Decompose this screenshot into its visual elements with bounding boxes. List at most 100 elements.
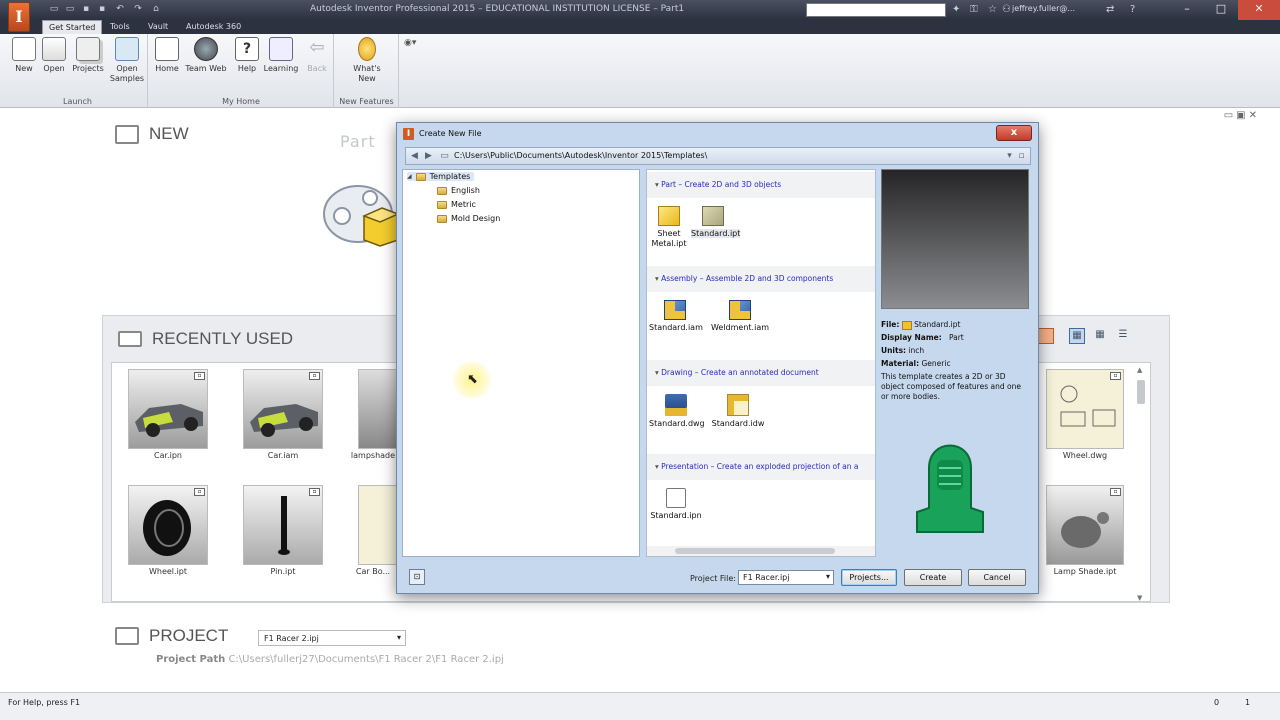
open-quick-icon[interactable]: ▭ [64, 4, 76, 15]
print-quick-icon[interactable]: ▪ [96, 4, 108, 15]
dialog-help-icon[interactable]: ⊡ [409, 569, 425, 585]
small-icons-view-icon[interactable]: ▦ [1092, 328, 1108, 344]
search-input[interactable] [806, 3, 946, 17]
ribbon-options-icon[interactable]: ◉▾ [404, 38, 416, 48]
projects-button[interactable]: Projects [70, 37, 106, 74]
team-web-button[interactable]: Team Web [183, 37, 229, 74]
clear-icon[interactable] [1038, 328, 1054, 344]
open-samples-button[interactable]: Open Samples [108, 37, 146, 84]
whats-new-button[interactable]: What's New [349, 37, 385, 84]
project-select[interactable]: F1 Racer 2.ipj [258, 630, 406, 646]
tree-item-metric[interactable]: Metric [437, 200, 476, 209]
template-weldment-iam[interactable]: Weldment.iam [707, 300, 773, 333]
recent-thumbnail[interactable]: ▫ [243, 369, 323, 449]
template-sheet-metal-ipt[interactable]: Sheet Metal.ipt [647, 206, 691, 249]
minimize-button[interactable]: – [1170, 0, 1204, 20]
recent-thumbnail[interactable]: ▫ [128, 369, 208, 449]
tree-item-templates[interactable]: ◢ Templates [407, 172, 475, 181]
template-standard-ipn[interactable]: Standard.ipn [649, 488, 703, 521]
section-assembly[interactable]: Assembly – Assemble 2D and 3D components [647, 266, 875, 292]
home-button[interactable]: Home [151, 37, 183, 74]
star-icon[interactable]: ☆ [988, 4, 997, 16]
cancel-button[interactable]: Cancel [968, 569, 1026, 586]
tab-vault[interactable]: Vault [142, 20, 174, 34]
title-bar: ▭ ▭ ▪ ▪ ↶ ↷ ⌂ Autodesk Inventor Professi… [0, 0, 1280, 20]
recent-file-name[interactable]: Lamp Shade.ipt [1030, 567, 1140, 576]
template-standard-ipt[interactable]: Standard.ipt [691, 206, 741, 239]
address-bar: ◀ ▶ ▭ C:\Users\Public\Documents\Autodesk… [405, 147, 1031, 165]
template-list-scrollbar[interactable] [647, 546, 875, 556]
section-presentation[interactable]: Presentation – Create an exploded projec… [647, 454, 875, 480]
scroll-thumb[interactable] [675, 548, 835, 554]
user-icon[interactable]: ⚇ [1002, 4, 1011, 16]
recent-thumbnail[interactable]: ▫ [1046, 369, 1124, 449]
recent-thumbnail[interactable] [358, 369, 398, 449]
create-button[interactable]: Create [904, 569, 962, 586]
user-name[interactable]: jeffrey.fuller@... [1012, 4, 1075, 13]
list-view-icon[interactable]: ☰ [1115, 328, 1131, 344]
recent-thumbnail[interactable]: ▫ [243, 485, 323, 565]
part-tile-icon[interactable] [320, 180, 400, 250]
recent-thumbnail[interactable]: ▫ [1046, 485, 1124, 565]
projects-button[interactable]: Projects... [841, 569, 897, 586]
learning-button[interactable]: Learning [261, 37, 301, 74]
ribbon: New Open Projects Open Samples Launch Hom… [0, 34, 1280, 108]
large-icons-view-icon[interactable]: ▦ [1069, 328, 1085, 344]
recent-thumbnail[interactable]: ▫ [128, 485, 208, 565]
part-tile-label[interactable]: Part [340, 132, 376, 151]
template-label: Standard.dwg [649, 419, 705, 428]
tab-get-started[interactable]: Get Started [42, 20, 103, 34]
template-standard-dwg[interactable]: Standard.dwg [649, 394, 705, 429]
tree-item-mold-design[interactable]: Mold Design [437, 214, 500, 223]
section-drawing[interactable]: Drawing – Create an annotated document [647, 360, 875, 386]
redo-icon[interactable]: ↷ [132, 4, 144, 15]
back-button[interactable]: ⇦ Back [301, 37, 333, 74]
help-icon[interactable]: ? [1130, 4, 1135, 16]
help-button[interactable]: ? Help [231, 37, 263, 74]
tree-item-english[interactable]: English [437, 186, 480, 195]
mdi-controls[interactable]: ▭▣✕ [1224, 110, 1260, 121]
status-count: 0 [1214, 698, 1220, 707]
open-button[interactable]: Open [38, 37, 70, 74]
template-standard-idw[interactable]: Standard.idw [711, 394, 765, 429]
nav-forward-icon[interactable]: ▶ [422, 150, 435, 163]
view-options-icon[interactable]: ▫ [1015, 150, 1028, 163]
file-badge: ▫ [309, 372, 320, 380]
scroll-thumb[interactable] [1137, 380, 1145, 404]
section-part[interactable]: Part – Create 2D and 3D objects [647, 172, 875, 198]
dialog-close-button[interactable]: x [996, 125, 1032, 141]
recent-file-name[interactable]: Wheel.dwg [1030, 451, 1140, 460]
new-section-icon [115, 124, 139, 144]
recent-file-name[interactable]: Wheel.ipt [113, 567, 223, 576]
nav-folder-icon[interactable]: ▭ [438, 150, 451, 163]
template-standard-iam[interactable]: Standard.iam [649, 300, 703, 333]
key-icon[interactable]: ⚿ [970, 4, 978, 16]
scroll-down-icon[interactable]: ▼ [1137, 594, 1142, 602]
template-label: Standard.ipt [691, 229, 741, 238]
template-path[interactable]: C:\Users\Public\Documents\Autodesk\Inven… [454, 151, 707, 160]
binoculars-icon[interactable]: ✦ [952, 4, 960, 16]
recent-scrollbar[interactable]: ▲ ▼ [1137, 366, 1146, 602]
home-quick-icon[interactable]: ⌂ [150, 4, 162, 15]
recent-thumbnail[interactable] [358, 485, 398, 565]
new-quick-icon[interactable]: ▭ [48, 4, 60, 15]
exchange-icon[interactable]: ⇄ [1106, 4, 1114, 16]
application-button[interactable]: I [8, 2, 30, 32]
recently-used-title: RECENTLY USED [152, 329, 294, 348]
dialog-title: Create New File [403, 126, 482, 142]
project-icon [115, 627, 139, 645]
recent-file-name[interactable]: Car.ipn [113, 451, 223, 460]
undo-icon[interactable]: ↶ [114, 4, 126, 15]
tab-autodesk-360[interactable]: Autodesk 360 [180, 20, 247, 34]
car-thumbnail-image [250, 404, 318, 437]
nav-back-icon[interactable]: ◀ [408, 150, 421, 163]
tab-tools[interactable]: Tools [104, 20, 136, 34]
tree-item-label: Metric [451, 200, 476, 209]
save-quick-icon[interactable]: ▪ [80, 4, 92, 15]
template-info: File: Standard.ipt Display Name: Part Un… [881, 318, 1031, 402]
maximize-button[interactable]: □ [1204, 0, 1238, 20]
collapse-arrow-icon[interactable]: ◢ [407, 173, 412, 180]
new-button[interactable]: New [8, 37, 40, 74]
project-file-select[interactable]: F1 Racer.ipj [738, 570, 834, 585]
close-window-button[interactable]: ✕ [1238, 0, 1280, 20]
